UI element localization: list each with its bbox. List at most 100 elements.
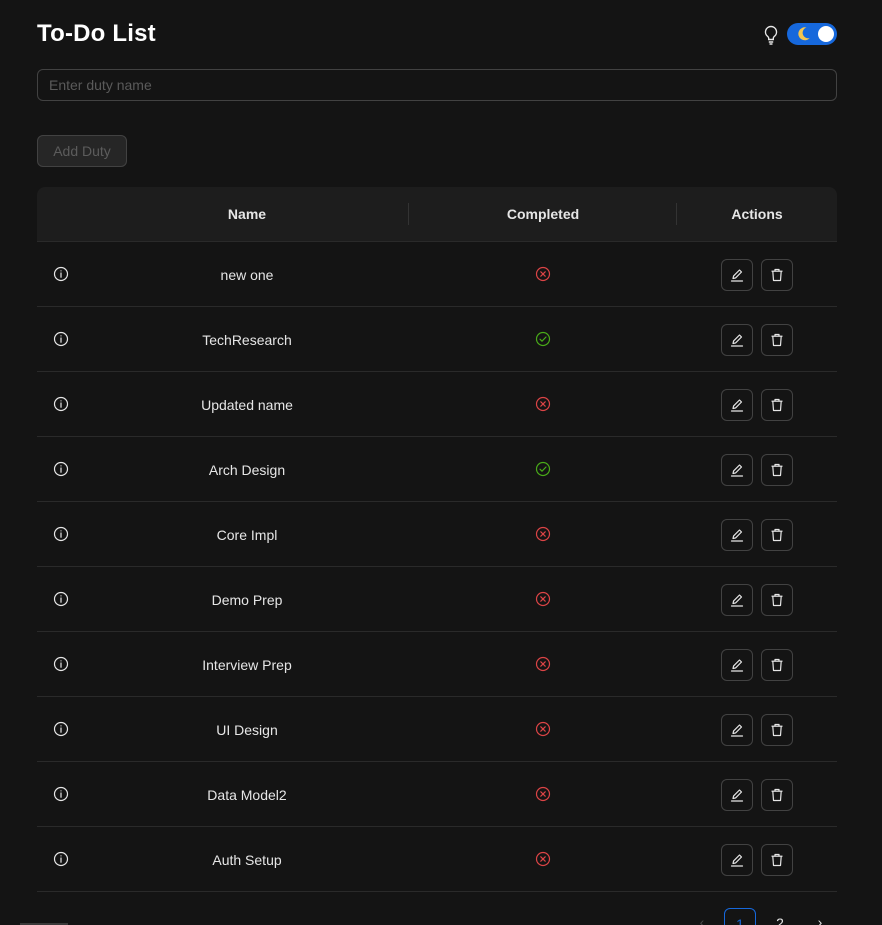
column-header-name: Name xyxy=(227,206,267,222)
edit-button[interactable] xyxy=(721,649,753,681)
close-circle-icon xyxy=(535,591,551,607)
edit-button[interactable] xyxy=(721,584,753,616)
table-header: Name Completed Actions xyxy=(37,187,837,242)
table-row: new one xyxy=(37,242,837,307)
pagination-prev-button[interactable]: ‹ xyxy=(690,908,714,925)
table-row: Data Model2 xyxy=(37,762,837,827)
edit-icon xyxy=(729,852,745,868)
add-duty-button[interactable]: Add Duty xyxy=(37,135,127,167)
toggle-knob xyxy=(818,26,834,42)
table-row: Updated name xyxy=(37,372,837,437)
duty-name: UI Design xyxy=(216,722,278,738)
table-body: new one TechResearch Updated name Arch Desi… xyxy=(37,242,837,892)
info-icon[interactable] xyxy=(53,266,69,282)
bulb-icon xyxy=(763,25,779,45)
delete-button[interactable] xyxy=(761,714,793,746)
delete-button[interactable] xyxy=(761,324,793,356)
edit-icon xyxy=(729,527,745,543)
delete-button[interactable] xyxy=(761,649,793,681)
info-icon[interactable] xyxy=(53,396,69,412)
table-row: Demo Prep xyxy=(37,567,837,632)
delete-button[interactable] xyxy=(761,584,793,616)
theme-toggle[interactable] xyxy=(787,23,837,45)
table-row: Arch Design xyxy=(37,437,837,502)
column-header-completed: Completed xyxy=(506,206,580,222)
table-row: UI Design xyxy=(37,697,837,762)
close-circle-icon xyxy=(535,656,551,672)
column-header-actions: Actions xyxy=(731,206,783,222)
delete-icon xyxy=(769,722,785,738)
edit-button[interactable] xyxy=(721,779,753,811)
delete-icon xyxy=(769,267,785,283)
delete-button[interactable] xyxy=(761,779,793,811)
close-circle-icon xyxy=(535,526,551,542)
duty-name: Arch Design xyxy=(208,462,286,478)
delete-button[interactable] xyxy=(761,259,793,291)
delete-button[interactable] xyxy=(761,389,793,421)
edit-icon xyxy=(729,592,745,608)
duty-name: Interview Prep xyxy=(202,657,292,673)
duty-name: new one xyxy=(220,267,274,283)
page-title: To-Do List xyxy=(37,20,156,47)
close-circle-icon xyxy=(535,786,551,802)
delete-icon xyxy=(769,332,785,348)
delete-icon xyxy=(769,592,785,608)
edit-icon xyxy=(729,332,745,348)
duty-name: Demo Prep xyxy=(211,592,283,608)
duty-name-input[interactable] xyxy=(37,69,837,101)
close-circle-icon xyxy=(535,721,551,737)
table-row: TechResearch xyxy=(37,307,837,372)
pagination-page-1[interactable]: 1 xyxy=(724,908,756,925)
edit-button[interactable] xyxy=(721,389,753,421)
close-circle-icon xyxy=(535,266,551,282)
duty-name: Updated name xyxy=(201,397,293,413)
edit-button[interactable] xyxy=(721,324,753,356)
table-row: Auth Setup xyxy=(37,827,837,892)
edit-button[interactable] xyxy=(721,259,753,291)
pagination: ‹ 1 2 › xyxy=(690,908,840,925)
delete-button[interactable] xyxy=(761,454,793,486)
delete-icon xyxy=(769,657,785,673)
table-row: Interview Prep xyxy=(37,632,837,697)
duty-name: Core Impl xyxy=(216,527,278,543)
duty-name: TechResearch xyxy=(202,332,292,348)
duty-name: Auth Setup xyxy=(212,852,282,868)
duty-name: Data Model2 xyxy=(207,787,287,803)
edit-icon xyxy=(729,397,745,413)
info-icon[interactable] xyxy=(53,526,69,542)
info-icon[interactable] xyxy=(53,591,69,607)
edit-icon xyxy=(729,722,745,738)
check-circle-icon xyxy=(535,331,551,347)
info-icon[interactable] xyxy=(53,851,69,867)
delete-button[interactable] xyxy=(761,519,793,551)
edit-icon xyxy=(729,787,745,803)
info-icon[interactable] xyxy=(53,331,69,347)
pagination-next-button[interactable]: › xyxy=(808,908,832,925)
info-icon[interactable] xyxy=(53,656,69,672)
check-circle-icon xyxy=(535,461,551,477)
edit-button[interactable] xyxy=(721,519,753,551)
edit-icon xyxy=(729,462,745,478)
close-circle-icon xyxy=(535,396,551,412)
edit-icon xyxy=(729,267,745,283)
delete-icon xyxy=(769,527,785,543)
moon-icon xyxy=(797,26,811,42)
edit-button[interactable] xyxy=(721,844,753,876)
todo-page: To-Do List Add Duty Name Completed Actio… xyxy=(0,0,882,925)
info-icon[interactable] xyxy=(53,461,69,477)
info-icon[interactable] xyxy=(53,786,69,802)
duty-table: Name Completed Actions new one TechResear… xyxy=(37,187,837,892)
edit-icon xyxy=(729,657,745,673)
delete-icon xyxy=(769,787,785,803)
close-circle-icon xyxy=(535,851,551,867)
pagination-page-2[interactable]: 2 xyxy=(764,908,796,925)
delete-icon xyxy=(769,397,785,413)
header: To-Do List xyxy=(37,18,837,52)
delete-icon xyxy=(769,462,785,478)
delete-icon xyxy=(769,852,785,868)
delete-button[interactable] xyxy=(761,844,793,876)
info-icon[interactable] xyxy=(53,721,69,737)
edit-button[interactable] xyxy=(721,454,753,486)
table-row: Core Impl xyxy=(37,502,837,567)
edit-button[interactable] xyxy=(721,714,753,746)
